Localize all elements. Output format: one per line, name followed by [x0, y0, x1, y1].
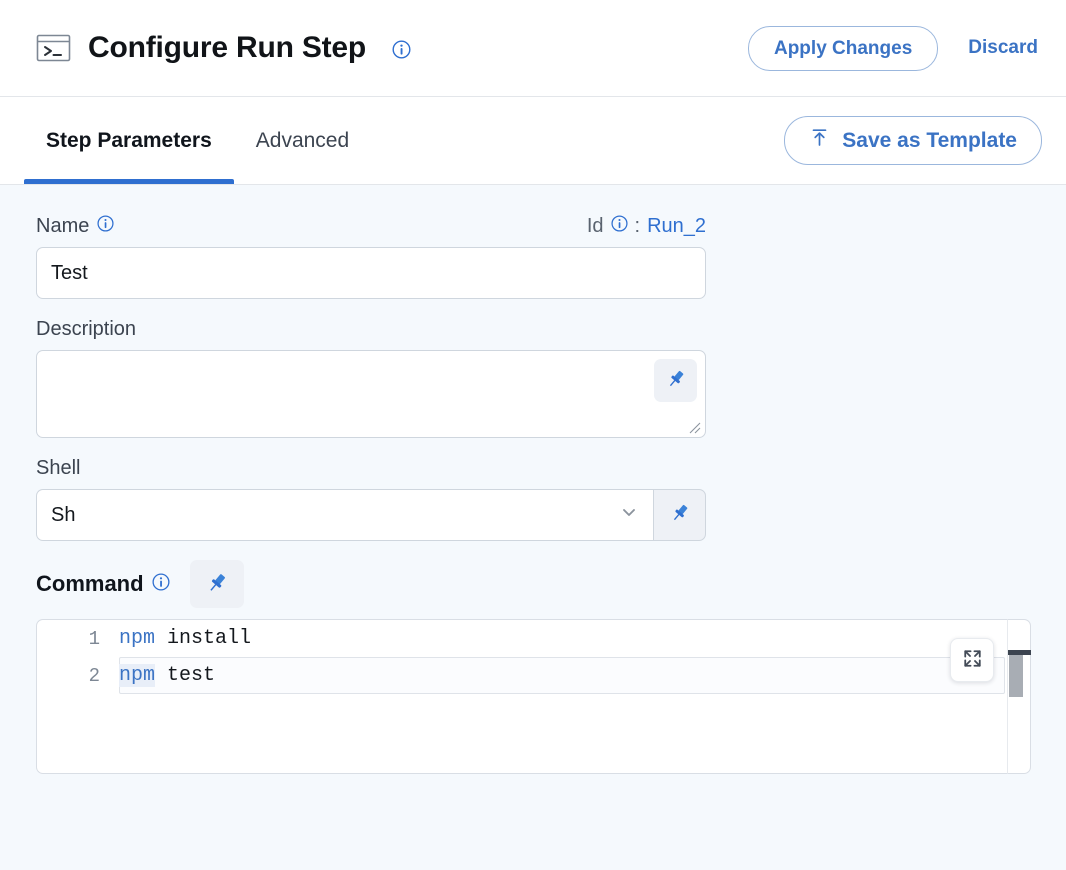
tab-advanced[interactable]: Advanced	[234, 97, 371, 184]
name-input[interactable]	[36, 247, 706, 299]
tab-bar: Step Parameters Advanced Save as Templat…	[0, 97, 1066, 185]
discard-button[interactable]: Discard	[964, 31, 1042, 65]
code-rest: install	[155, 627, 252, 650]
description-textarea[interactable]	[36, 350, 706, 438]
page-title: Configure Run Step	[88, 31, 367, 64]
step-id-label: Id	[586, 215, 604, 237]
info-icon[interactable]	[392, 40, 411, 64]
description-label-row: Description	[36, 318, 706, 341]
info-icon[interactable]	[610, 215, 628, 238]
code-rest: test	[155, 664, 216, 687]
command-code-editor[interactable]: 1 npm install 2 npm test	[36, 619, 1007, 774]
command-pin-button[interactable]	[189, 560, 244, 608]
step-id-separator: :	[634, 215, 641, 237]
apply-changes-button[interactable]: Apply Changes	[747, 25, 939, 71]
shell-select[interactable]: Sh	[36, 489, 653, 541]
tab-list: Step Parameters Advanced	[24, 97, 371, 184]
tab-step-parameters-label: Step Parameters	[46, 128, 212, 152]
name-label-text: Name	[36, 215, 90, 237]
page-title-group: Configure Run Step	[36, 31, 411, 65]
tab-advanced-label: Advanced	[255, 128, 350, 152]
upload-icon	[809, 127, 830, 154]
line-number: 2	[88, 664, 100, 687]
code-line[interactable]: 1 npm install	[37, 620, 1007, 657]
shell-select-row: Sh	[36, 489, 706, 541]
command-editor-outer: 1 npm install 2 npm test	[36, 619, 1031, 774]
step-id-group: Id : Run_2	[587, 215, 706, 238]
shell-field-group: Shell Sh	[36, 457, 1030, 541]
tab-step-parameters[interactable]: Step Parameters	[24, 97, 234, 184]
info-icon[interactable]	[152, 571, 170, 597]
shell-label: Shell	[36, 457, 81, 479]
chevron-down-icon	[619, 502, 639, 528]
save-as-template-label: Save as Template	[842, 128, 1017, 152]
header-bar: Configure Run Step Apply Changes Discard	[0, 0, 1066, 97]
command-field-group: Command 1 npm install 2 npm test	[36, 560, 1031, 774]
scrollbar-thumb[interactable]	[1009, 655, 1023, 697]
shell-pin-button[interactable]	[653, 489, 706, 541]
code-keyword: npm	[119, 627, 156, 650]
name-label-row: Name Id : Run_2	[36, 215, 706, 238]
shell-label-row: Shell	[36, 457, 706, 480]
description-label: Description	[36, 318, 137, 340]
step-parameters-form: Name Id : Run_2 Test Description Shell S…	[0, 185, 1066, 870]
shell-selected-value: Sh	[51, 503, 76, 526]
pin-icon	[665, 368, 687, 393]
name-field-group: Name Id : Run_2 Test	[36, 215, 1030, 299]
pin-icon	[205, 571, 229, 598]
terminal-icon	[36, 34, 71, 62]
header-actions: Apply Changes Discard	[747, 25, 1042, 71]
code-line-content: npm install	[119, 627, 251, 650]
editor-vertical-scrollbar[interactable]	[1007, 619, 1031, 774]
code-line-content: npm test	[119, 664, 215, 687]
code-line[interactable]: 2 npm test	[37, 657, 1007, 694]
step-id-value: Run_2	[647, 215, 706, 237]
save-as-template-button[interactable]: Save as Template	[784, 116, 1042, 165]
description-field-group: Description	[36, 318, 1030, 438]
active-line-highlight	[119, 657, 1005, 694]
command-label: Command	[36, 571, 170, 597]
code-keyword: npm	[119, 664, 156, 687]
line-number: 1	[88, 627, 100, 650]
name-label: Name	[36, 215, 114, 238]
command-label-text: Command	[36, 571, 144, 596]
expand-icon	[962, 648, 983, 672]
description-pin-button[interactable]	[654, 359, 697, 402]
pin-icon	[669, 502, 691, 529]
expand-editor-button[interactable]	[950, 638, 994, 682]
description-textarea-wrap	[36, 350, 706, 438]
info-icon[interactable]	[97, 215, 114, 238]
command-label-row: Command	[36, 560, 1030, 608]
